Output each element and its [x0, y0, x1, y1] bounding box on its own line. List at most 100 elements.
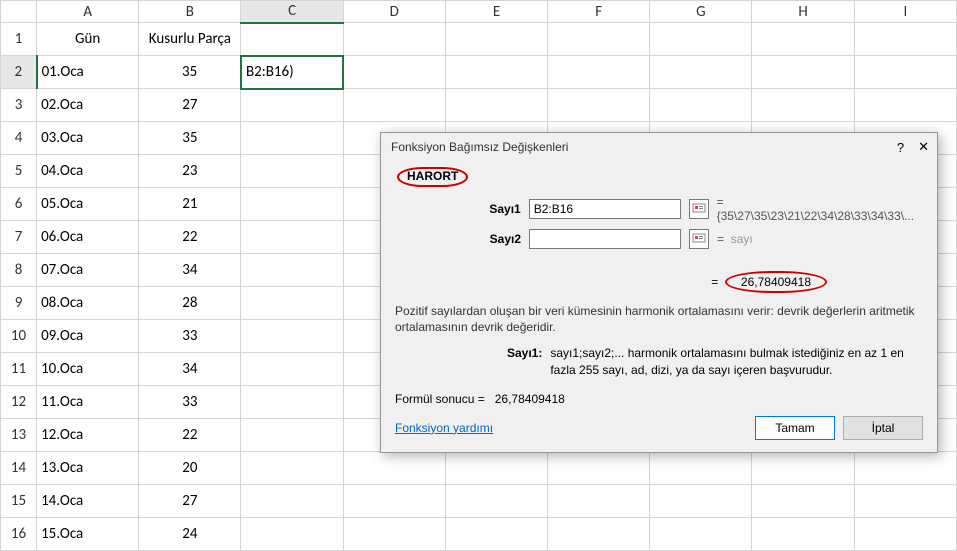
cell[interactable]: [241, 452, 343, 485]
row-header[interactable]: 8: [1, 254, 37, 287]
row-header[interactable]: 15: [1, 485, 37, 518]
row-header[interactable]: 13: [1, 419, 37, 452]
cell[interactable]: 06.Oca: [37, 221, 139, 254]
function-help-link[interactable]: Fonksiyon yardımı: [395, 421, 493, 435]
row-header[interactable]: 3: [1, 89, 37, 122]
cell[interactable]: 05.Oca: [37, 188, 139, 221]
col-header-C[interactable]: C: [241, 1, 343, 23]
cell[interactable]: [241, 254, 343, 287]
cell[interactable]: [343, 485, 445, 518]
cell[interactable]: 24: [139, 518, 241, 551]
cell[interactable]: [241, 287, 343, 320]
cell[interactable]: [445, 485, 547, 518]
row-header[interactable]: 9: [1, 287, 37, 320]
col-header-F[interactable]: F: [548, 1, 650, 23]
cell[interactable]: [241, 353, 343, 386]
cell[interactable]: [752, 518, 854, 551]
cell[interactable]: [343, 89, 445, 122]
cell[interactable]: [650, 56, 752, 89]
col-header-G[interactable]: G: [650, 1, 752, 23]
cell[interactable]: [752, 23, 854, 56]
arg1-input[interactable]: [529, 199, 681, 219]
cell[interactable]: Kusurlu Parça: [139, 23, 241, 56]
cell[interactable]: 34: [139, 254, 241, 287]
row-header[interactable]: 10: [1, 320, 37, 353]
cell[interactable]: 22: [139, 419, 241, 452]
row-header[interactable]: 6: [1, 188, 37, 221]
cell[interactable]: 35: [139, 122, 241, 155]
row-header[interactable]: 1: [1, 23, 37, 56]
cell[interactable]: [445, 518, 547, 551]
col-header-A[interactable]: A: [37, 1, 139, 23]
cell[interactable]: 21: [139, 188, 241, 221]
row-header[interactable]: 11: [1, 353, 37, 386]
ok-button[interactable]: Tamam: [755, 416, 835, 440]
cell[interactable]: [752, 452, 854, 485]
cell[interactable]: [854, 56, 956, 89]
row-header[interactable]: 4: [1, 122, 37, 155]
cell[interactable]: 22: [139, 221, 241, 254]
cell[interactable]: 20: [139, 452, 241, 485]
cell[interactable]: [548, 518, 650, 551]
cell[interactable]: [445, 23, 547, 56]
cell[interactable]: 09.Oca: [37, 320, 139, 353]
col-header-H[interactable]: H: [752, 1, 854, 23]
cell[interactable]: [752, 485, 854, 518]
cell[interactable]: [650, 452, 752, 485]
cell[interactable]: 35: [139, 56, 241, 89]
cell[interactable]: [241, 221, 343, 254]
cell[interactable]: 01.Oca: [37, 56, 139, 89]
cell[interactable]: 07.Oca: [37, 254, 139, 287]
row-header[interactable]: 7: [1, 221, 37, 254]
cell[interactable]: [752, 89, 854, 122]
row-header[interactable]: 5: [1, 155, 37, 188]
cell[interactable]: [445, 56, 547, 89]
dialog-titlebar[interactable]: Fonksiyon Bağımsız Değişkenleri ? ✕: [381, 133, 937, 159]
cell[interactable]: [343, 452, 445, 485]
cell[interactable]: [241, 188, 343, 221]
cell[interactable]: 27: [139, 89, 241, 122]
cell[interactable]: [854, 485, 956, 518]
dialog-help-button[interactable]: ?: [897, 140, 904, 155]
col-header-I[interactable]: I: [854, 1, 956, 23]
cell[interactable]: [650, 23, 752, 56]
cell[interactable]: [854, 452, 956, 485]
cell[interactable]: 04.Oca: [37, 155, 139, 188]
dialog-close-button[interactable]: ✕: [918, 139, 929, 155]
arg2-ref-button[interactable]: [689, 229, 709, 249]
cell[interactable]: [241, 419, 343, 452]
arg1-ref-button[interactable]: [689, 199, 709, 219]
cell[interactable]: 15.Oca: [37, 518, 139, 551]
cell[interactable]: [650, 518, 752, 551]
cell[interactable]: [241, 518, 343, 551]
cell[interactable]: [241, 89, 343, 122]
cell[interactable]: 12.Oca: [37, 419, 139, 452]
row-header[interactable]: 12: [1, 386, 37, 419]
cell[interactable]: 13.Oca: [37, 452, 139, 485]
cell[interactable]: Gün: [37, 23, 139, 56]
cell[interactable]: [241, 386, 343, 419]
cell[interactable]: 03.Oca: [37, 122, 139, 155]
cell[interactable]: [343, 23, 445, 56]
select-all-corner[interactable]: [1, 1, 37, 23]
cell[interactable]: [548, 485, 650, 518]
col-header-E[interactable]: E: [445, 1, 547, 23]
cell[interactable]: 08.Oca: [37, 287, 139, 320]
cell[interactable]: [241, 485, 343, 518]
cell[interactable]: [445, 89, 547, 122]
cell[interactable]: 28: [139, 287, 241, 320]
col-header-D[interactable]: D: [343, 1, 445, 23]
cell[interactable]: [343, 518, 445, 551]
cell[interactable]: [650, 485, 752, 518]
cell[interactable]: B2:B16): [241, 56, 343, 89]
cell[interactable]: 14.Oca: [37, 485, 139, 518]
cell[interactable]: [548, 89, 650, 122]
arg2-input[interactable]: [529, 229, 681, 249]
cell[interactable]: [241, 155, 343, 188]
cell[interactable]: [854, 89, 956, 122]
row-header[interactable]: 14: [1, 452, 37, 485]
cell[interactable]: 27: [139, 485, 241, 518]
cell[interactable]: 33: [139, 386, 241, 419]
cell[interactable]: [548, 23, 650, 56]
row-header[interactable]: 16: [1, 518, 37, 551]
